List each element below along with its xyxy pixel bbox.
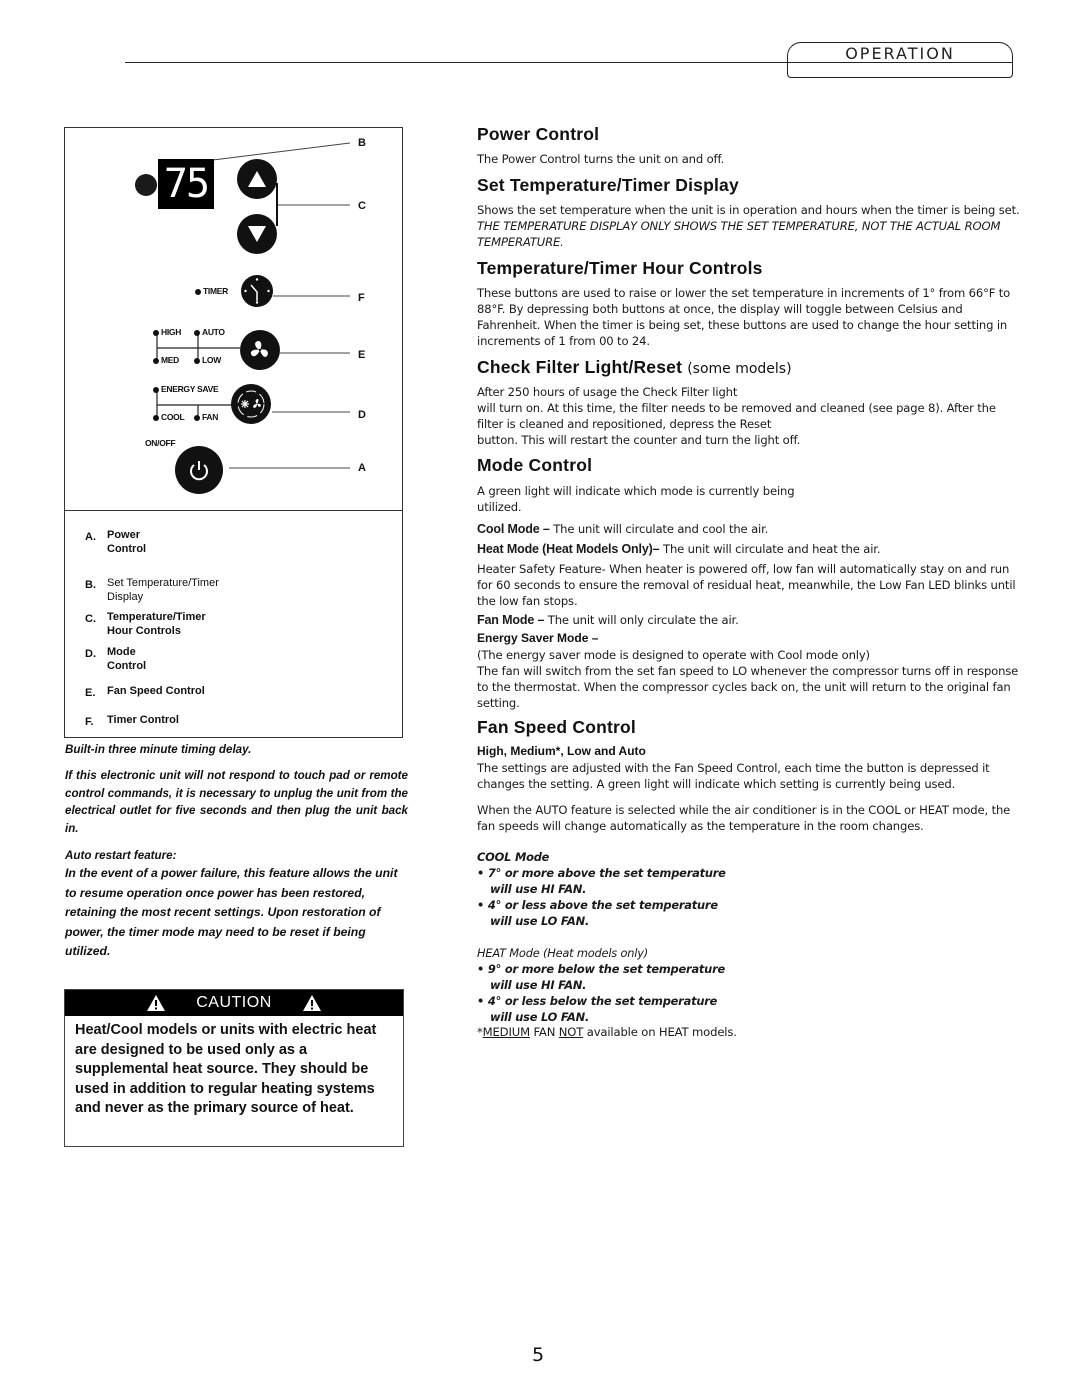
panel-divider xyxy=(65,510,402,511)
energy-save-label: ENERGY SAVE xyxy=(153,384,219,394)
cool-bullet-2: • 4° or less above the set temperature xyxy=(477,898,718,912)
fan-speed-button[interactable] xyxy=(240,330,280,370)
filter-line-2: will turn on. At this time, the filter n… xyxy=(477,401,996,431)
auto-led xyxy=(194,329,200,336)
filter-line-1: After 250 hours of usage the Check Filte… xyxy=(477,385,738,399)
fan-label: FAN xyxy=(194,412,218,422)
auto-restart-body: In the event of a power failure, this fe… xyxy=(65,866,398,958)
cool-mode-title: COOL Mode xyxy=(477,850,550,864)
power-control-body: The Power Control turns the unit on and … xyxy=(477,152,725,166)
legend-item-c: C. Temperature/Timer Hour Controls xyxy=(85,611,206,637)
timer-led xyxy=(195,288,201,295)
heat-bullet-2: • 4° or less below the set temperature xyxy=(477,994,718,1008)
filter-line-3: button. This will restart the counter an… xyxy=(477,433,801,447)
med-label: MED xyxy=(153,355,179,365)
triangle-down-icon xyxy=(248,226,266,242)
mode-control-heading: Mode Control xyxy=(477,455,593,475)
snowflake-fan-icon xyxy=(237,390,265,418)
energy-saver-body: The fan will switch from the set fan spe… xyxy=(477,664,1019,710)
temperature-display: 75 xyxy=(158,159,214,209)
warning-icon xyxy=(302,995,321,1011)
high-led xyxy=(153,329,159,336)
legend-item-a: A. Power Control xyxy=(85,529,147,555)
energy-save-led xyxy=(153,386,159,393)
heat-bullet-1: • 9° or more below the set temperature xyxy=(477,962,726,976)
callout-lines xyxy=(156,142,351,469)
cool-bullet-1-cont: will use HI FAN. xyxy=(490,882,587,896)
heat-mode-text: Heat Mode (Heat Models Only)– The unit w… xyxy=(477,542,881,556)
low-label: LOW xyxy=(194,355,221,365)
triangle-up-icon xyxy=(248,171,266,187)
timing-delay-note: Built-in three minute timing delay. xyxy=(65,743,252,756)
energy-saver-note: (The energy saver mode is designed to op… xyxy=(477,648,870,662)
auto-label: AUTO xyxy=(194,327,225,337)
medium-fan-footnote: *MEDIUM FAN NOT available on HEAT models… xyxy=(477,1025,737,1039)
caution-title: CAUTION xyxy=(196,994,272,1011)
fan-speed-heading: Fan Speed Control xyxy=(477,717,636,737)
check-filter-led xyxy=(135,174,157,196)
mode-intro: A green light will indicate which mode i… xyxy=(477,484,795,514)
low-led xyxy=(194,357,200,364)
legend-item-b: B. Set Temperature/Timer Display xyxy=(85,577,219,603)
section-tab-label: OPERATION xyxy=(845,44,955,63)
mode-button[interactable] xyxy=(231,384,271,424)
hour-controls-body: These buttons are used to raise or lower… xyxy=(477,286,1011,348)
power-control-heading: Power Control xyxy=(477,124,600,144)
clock-icon xyxy=(244,278,270,304)
fan-mode-text: Fan Mode – The unit will only circulate … xyxy=(477,613,739,627)
filter-heading: Check Filter Light/Reset (some models) xyxy=(477,357,792,377)
energy-saver-heading: Energy Saver Mode – xyxy=(477,631,599,645)
callout-line-b xyxy=(212,142,351,161)
cool-bullet-2-cont: will use LO FAN. xyxy=(490,914,590,928)
display-body: Shows the set temperature when the unit … xyxy=(477,203,1020,249)
unplug-note: If this electronic unit will not respond… xyxy=(65,769,408,835)
heater-safety-text: Heater Safety Feature- When heater is po… xyxy=(477,562,1016,608)
caution-header: CAUTION xyxy=(65,990,403,1016)
caution-body: Heat/Cool models or units with electric … xyxy=(75,1022,377,1116)
page-number: 5 xyxy=(532,1344,545,1366)
cool-bullet-1: • 7° or more above the set temperature xyxy=(477,866,726,880)
med-led xyxy=(153,357,159,364)
power-button[interactable] xyxy=(175,446,223,494)
tab-divider xyxy=(788,62,1012,63)
temp-down-button[interactable] xyxy=(237,214,277,254)
fan-speed-subheading: High, Medium*, Low and Auto xyxy=(477,744,646,758)
power-icon xyxy=(190,461,208,481)
timer-button[interactable] xyxy=(241,275,273,307)
on-off-label: ON/OFF xyxy=(145,438,176,448)
control-panel-diagram: B C F E D A 75 TIMER HIGH AUTO MED LOW E… xyxy=(64,127,403,738)
auto-restart-title: Auto restart feature: xyxy=(65,849,177,862)
section-tab: OPERATION xyxy=(787,42,1013,78)
heat-bullet-2-cont: will use LO FAN. xyxy=(490,1010,590,1024)
fan-icon xyxy=(250,341,268,357)
heat-bullet-1-cont: will use HI FAN. xyxy=(490,978,587,992)
cool-led xyxy=(153,414,159,421)
legend-item-e: E. Fan Speed Control xyxy=(85,685,205,699)
fan-auto-body: When the AUTO feature is selected while … xyxy=(477,803,1011,833)
header-rule xyxy=(125,62,790,63)
cool-mode-text: Cool Mode – The unit will circulate and … xyxy=(477,522,769,536)
hour-controls-heading: Temperature/Timer Hour Controls xyxy=(477,258,763,278)
temp-up-button[interactable] xyxy=(237,159,277,199)
timer-label: TIMER xyxy=(195,286,228,296)
warning-icon xyxy=(147,995,166,1011)
caution-box: CAUTION Heat/Cool models or units with e… xyxy=(64,989,404,1147)
heat-mode-title: HEAT Mode (Heat models only) xyxy=(477,946,649,960)
cool-label: COOL xyxy=(153,412,185,422)
legend-item-f: F. Timer Control xyxy=(85,714,179,728)
fan-led xyxy=(194,414,200,421)
legend-item-d: D. Mode Control xyxy=(85,646,147,672)
display-heading: Set Temperature/Timer Display xyxy=(477,175,739,195)
fan-speed-body: The settings are adjusted with the Fan S… xyxy=(477,761,990,791)
high-label: HIGH xyxy=(153,327,181,337)
